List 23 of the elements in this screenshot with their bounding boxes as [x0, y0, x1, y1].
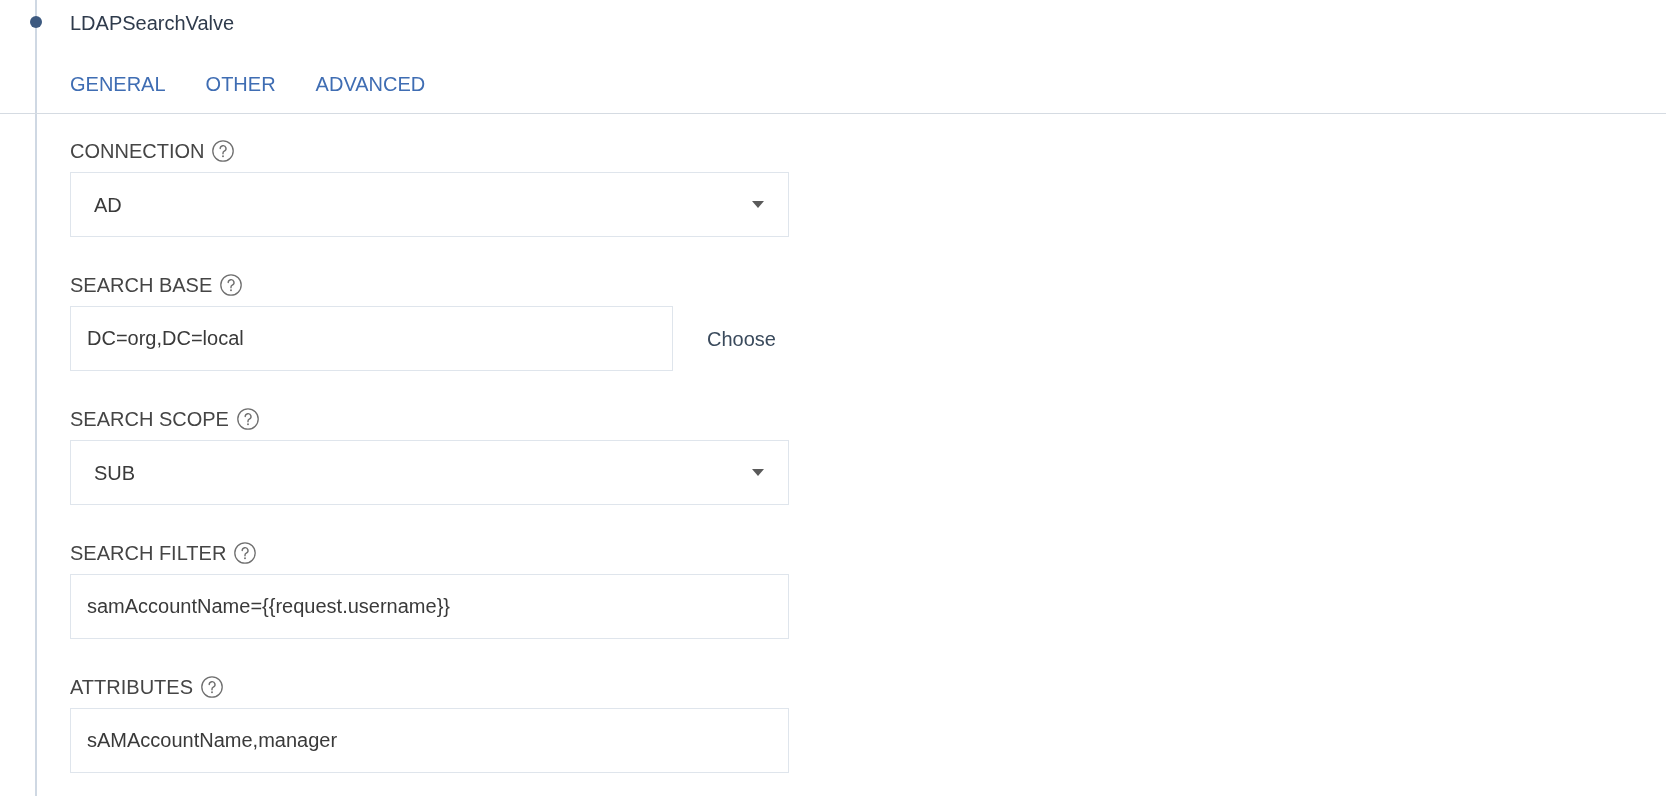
text-input[interactable]: DC=org,DC=local	[70, 306, 673, 371]
node-dot-icon	[30, 16, 42, 28]
text-input[interactable]: samAccountName={{request.username}}	[70, 574, 789, 639]
field-label: SEARCH BASE	[70, 273, 213, 297]
help-icon[interactable]	[200, 676, 223, 698]
help-icon[interactable]	[236, 408, 259, 430]
dropdown-select[interactable]: AD	[70, 172, 789, 237]
caret-icon	[752, 201, 764, 208]
help-icon[interactable]	[220, 274, 243, 296]
help-icon[interactable]	[234, 542, 257, 564]
dropdown-select[interactable]: SUB	[70, 440, 789, 505]
tab[interactable]: GENERAL	[70, 72, 166, 96]
field-label: SEARCH FILTER	[70, 541, 227, 565]
text-input[interactable]: sAMAccountName,manager	[70, 708, 789, 773]
field-label: SEARCH SCOPE	[70, 407, 229, 431]
help-icon[interactable]	[212, 140, 235, 162]
field-label: CONNECTION	[70, 139, 205, 163]
tab[interactable]: OTHER	[205, 72, 276, 96]
field-label: ATTRIBUTES	[70, 675, 193, 699]
tab[interactable]: ADVANCED	[315, 72, 426, 96]
node-title: LDAPSearchValve	[70, 12, 235, 34]
choose-button[interactable]: Choose	[707, 326, 776, 351]
caret-icon	[752, 469, 764, 476]
